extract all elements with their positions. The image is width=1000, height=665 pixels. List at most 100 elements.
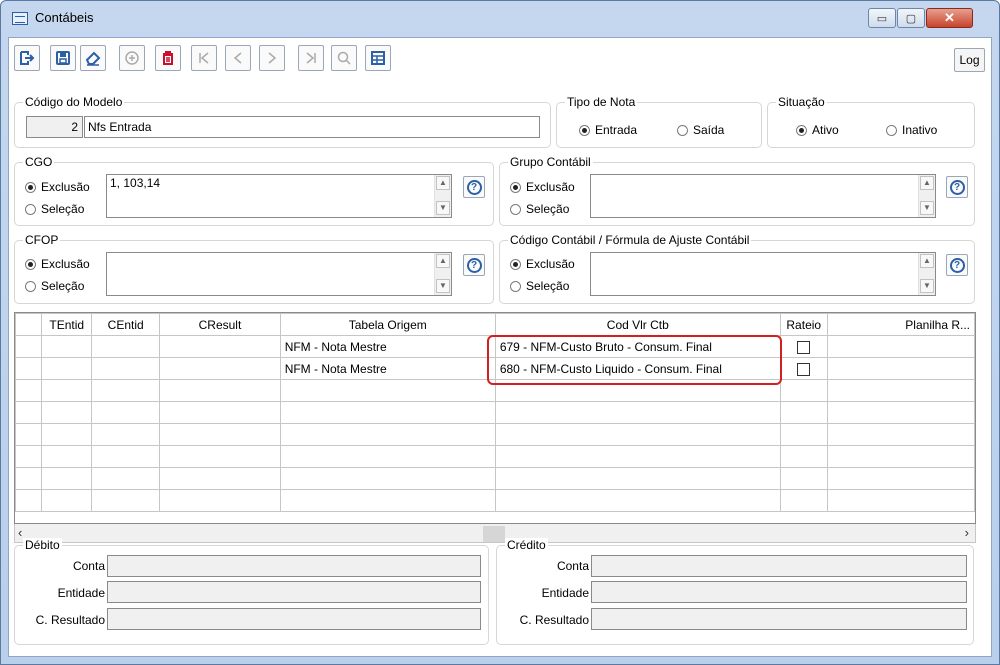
grupo-textarea[interactable]	[590, 174, 936, 218]
grid-header-centid[interactable]: CEntid	[91, 313, 161, 336]
search-button[interactable]	[331, 45, 357, 71]
credito-cresultado-field[interactable]	[591, 608, 967, 630]
cell-rateio[interactable]	[779, 357, 828, 380]
credito-conta-field[interactable]	[591, 555, 967, 577]
cell-planilha[interactable]	[826, 357, 975, 380]
grupo-help-button[interactable]: ?	[946, 176, 968, 198]
cgo-exclusao-radio[interactable]: Exclusão	[25, 179, 90, 195]
scroll-left-icon[interactable]: ‹	[18, 525, 22, 540]
cell-empty[interactable]	[826, 423, 975, 446]
row-indicator[interactable]	[15, 489, 43, 512]
cell-empty[interactable]	[279, 423, 496, 446]
cell-empty[interactable]	[159, 379, 281, 402]
codigo-selecao-radio[interactable]: Seleção	[510, 278, 569, 294]
minimize-button[interactable]: ▭	[868, 8, 896, 28]
cgo-selecao-radio[interactable]: Seleção	[25, 201, 84, 217]
cell-empty[interactable]	[826, 489, 975, 512]
table-view-button[interactable]	[365, 45, 391, 71]
cell-rateio[interactable]	[779, 335, 828, 358]
codigo-scrollbar[interactable]: ▲ ▼	[918, 253, 935, 295]
situacao-inativo-radio[interactable]: Inativo	[886, 122, 937, 138]
first-record-button[interactable]	[191, 45, 217, 71]
cell-empty[interactable]	[826, 445, 975, 468]
cell-empty[interactable]	[279, 467, 496, 490]
modelo-code-field[interactable]: 2	[26, 116, 83, 138]
scroll-down-icon[interactable]: ▼	[920, 279, 934, 293]
situacao-ativo-radio[interactable]: Ativo	[796, 122, 839, 138]
row-indicator[interactable]	[15, 335, 43, 358]
codigo-textarea[interactable]	[590, 252, 936, 296]
debito-conta-field[interactable]	[107, 555, 481, 577]
cell-empty[interactable]	[91, 423, 161, 446]
tipo-nota-saida-radio[interactable]: Saída	[677, 122, 724, 138]
grid-header-tabela-origem[interactable]: Tabela Origem	[279, 313, 496, 336]
next-record-button[interactable]	[259, 45, 285, 71]
row-indicator[interactable]	[15, 379, 43, 402]
credito-entidade-field[interactable]	[591, 581, 967, 603]
cell-empty[interactable]	[779, 445, 828, 468]
row-indicator[interactable]	[15, 467, 43, 490]
table-row[interactable]	[15, 401, 975, 424]
cell-empty[interactable]	[494, 423, 781, 446]
scroll-down-icon[interactable]: ▼	[436, 201, 450, 215]
cell-cresult[interactable]	[159, 335, 281, 358]
grupo-scrollbar[interactable]: ▲ ▼	[918, 175, 935, 217]
cell-tabela-origem[interactable]: NFM - Nota Mestre	[279, 357, 496, 380]
cfop-help-button[interactable]: ?	[463, 254, 485, 276]
grid-header-rateio[interactable]: Rateio	[779, 313, 828, 336]
grupo-exclusao-radio[interactable]: Exclusão	[510, 179, 575, 195]
cell-empty[interactable]	[279, 379, 496, 402]
cell-tentid[interactable]	[41, 357, 93, 380]
cfop-exclusao-radio[interactable]: Exclusão	[25, 256, 90, 272]
codigo-help-button[interactable]: ?	[946, 254, 968, 276]
debito-entidade-field[interactable]	[107, 581, 481, 603]
modelo-name-field[interactable]: Nfs Entrada	[84, 116, 540, 138]
cfop-scrollbar[interactable]: ▲ ▼	[434, 253, 451, 295]
title-bar[interactable]: Contábeis ▭ ▢ ✕	[1, 1, 999, 37]
cell-empty[interactable]	[159, 445, 281, 468]
previous-record-button[interactable]	[225, 45, 251, 71]
row-indicator[interactable]	[15, 357, 43, 380]
maximize-button[interactable]: ▢	[897, 8, 925, 28]
scroll-thumb[interactable]	[483, 526, 505, 542]
cell-empty[interactable]	[41, 445, 93, 468]
cell-empty[interactable]	[41, 379, 93, 402]
log-button[interactable]: Log	[954, 48, 985, 72]
cell-empty[interactable]	[41, 467, 93, 490]
scroll-up-icon[interactable]: ▲	[920, 176, 934, 190]
cell-empty[interactable]	[779, 423, 828, 446]
cell-empty[interactable]	[91, 445, 161, 468]
cell-empty[interactable]	[41, 489, 93, 512]
cell-empty[interactable]	[494, 401, 781, 424]
cell-centid[interactable]	[91, 335, 161, 358]
cell-empty[interactable]	[279, 445, 496, 468]
rateio-checkbox[interactable]	[797, 362, 811, 376]
scroll-up-icon[interactable]: ▲	[436, 254, 450, 268]
cell-empty[interactable]	[779, 489, 828, 512]
scroll-right-icon[interactable]: ›	[965, 525, 969, 540]
cell-empty[interactable]	[159, 489, 281, 512]
cgo-help-button[interactable]: ?	[463, 176, 485, 198]
cell-empty[interactable]	[41, 401, 93, 424]
cell-empty[interactable]	[494, 445, 781, 468]
grid-header-tentid[interactable]: TEntid	[41, 313, 93, 336]
table-row[interactable]	[15, 423, 975, 446]
cell-empty[interactable]	[159, 467, 281, 490]
close-button[interactable]: ✕	[926, 8, 973, 28]
table-row[interactable]	[15, 489, 975, 512]
cgo-scrollbar[interactable]: ▲ ▼	[434, 175, 451, 217]
cell-empty[interactable]	[779, 379, 828, 402]
save-button[interactable]	[50, 45, 76, 71]
codigo-exclusao-radio[interactable]: Exclusão	[510, 256, 575, 272]
cell-empty[interactable]	[279, 401, 496, 424]
cell-empty[interactable]	[494, 489, 781, 512]
cell-empty[interactable]	[91, 489, 161, 512]
debito-cresultado-field[interactable]	[107, 608, 481, 630]
cell-empty[interactable]	[279, 489, 496, 512]
cell-empty[interactable]	[779, 467, 828, 490]
scroll-up-icon[interactable]: ▲	[436, 176, 450, 190]
delete-button[interactable]	[155, 45, 181, 71]
cfop-selecao-radio[interactable]: Seleção	[25, 278, 84, 294]
exit-button[interactable]	[14, 45, 40, 71]
cell-empty[interactable]	[91, 467, 161, 490]
